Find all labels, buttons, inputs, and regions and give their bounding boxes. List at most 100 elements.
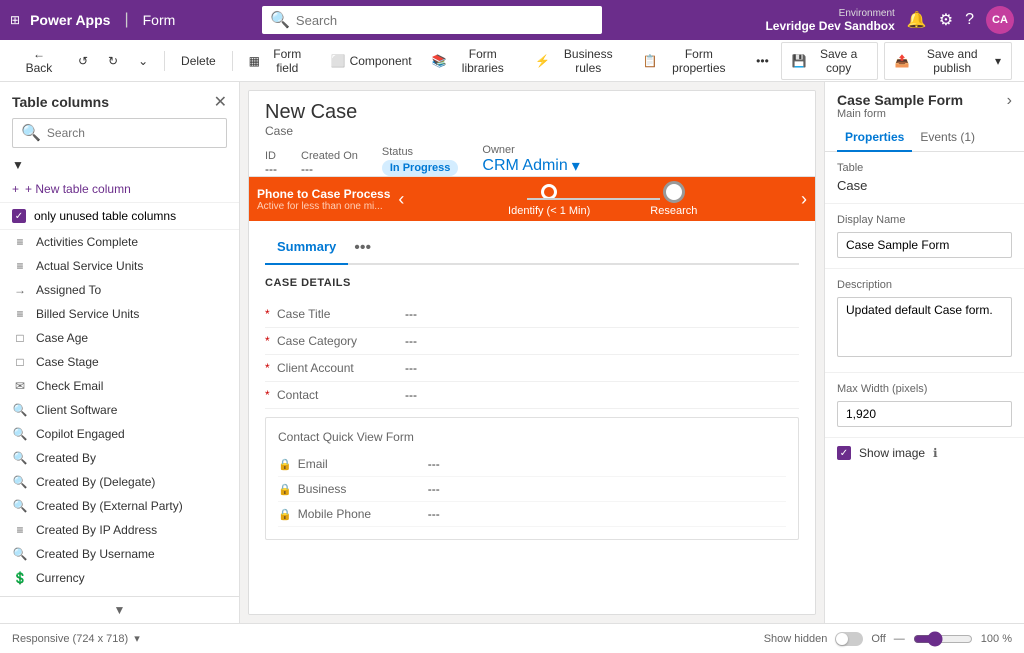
form-properties-button[interactable]: 📋 Form properties — [635, 43, 745, 79]
process-bar: Phone to Case Process Active for less th… — [249, 177, 815, 221]
required-marker: * — [265, 388, 270, 402]
search-small-icon: 🔍 — [12, 499, 28, 513]
show-unused-checkbox[interactable]: ✓ — [12, 209, 26, 223]
tab-events[interactable]: Events (1) — [912, 124, 983, 152]
form-libraries-button[interactable]: 📚 Form libraries — [424, 43, 523, 79]
info-icon[interactable]: ℹ — [933, 446, 938, 460]
list-item[interactable]: → Assigned To — [0, 278, 239, 302]
right-panel-expand-icon[interactable]: › — [1007, 92, 1012, 110]
list-item[interactable]: 🔍 Created By (Delegate) — [0, 470, 239, 494]
list-item-label: Billed Service Units — [36, 307, 139, 321]
redo-button[interactable]: ↻ — [100, 50, 126, 72]
form-tabs: Summary ••• — [265, 233, 799, 265]
owner-chevron-icon: ▾ — [572, 156, 580, 176]
form-meta-created: Created On --- — [301, 150, 358, 176]
list-item-label: Created By Username — [36, 547, 155, 561]
save-publish-button[interactable]: 📤 Save and publish ▾ — [884, 42, 1012, 80]
sidebar-search-box[interactable]: 🔍 — [12, 118, 227, 148]
process-left-arrow-icon[interactable]: ‹ — [398, 189, 404, 210]
save-copy-button[interactable]: 💾 Save a copy — [781, 42, 878, 80]
sidebar-item-currency[interactable]: 💲 Currency — [0, 566, 239, 590]
settings-gear-icon[interactable]: ⚙ — [939, 10, 953, 30]
list-item[interactable]: ≡ Actual Service Units — [0, 254, 239, 278]
list-item[interactable]: ≡ Billed Service Units — [0, 302, 239, 326]
top-bar-right: Environment Levridge Dev Sandbox 🔔 ⚙ ? C… — [765, 6, 1014, 34]
app-launcher[interactable]: ⊞ — [10, 13, 20, 27]
list-item[interactable]: ≡ Activities Complete — [0, 230, 239, 254]
search-small-icon: 🔍 — [12, 475, 28, 489]
panel-description-section: Description Updated default Case form. — [825, 269, 1024, 373]
show-image-checkbox[interactable]: ✓ — [837, 446, 851, 460]
id-value: --- — [265, 162, 277, 176]
show-unused-columns-row[interactable]: ✓ only unused table columns — [0, 203, 239, 230]
list-item[interactable]: 🔍 Client Software — [0, 398, 239, 422]
owner-value[interactable]: CRM Admin ▾ — [482, 156, 579, 176]
step-circle-inner — [544, 187, 554, 197]
list-item-label: Copilot Engaged — [36, 427, 125, 441]
step-identify-label: Identify (< 1 Min) — [508, 205, 590, 217]
component-icon: ⬜ — [331, 54, 346, 68]
list-item-label: Actual Service Units — [36, 259, 143, 273]
required-marker: * — [265, 307, 270, 321]
toggle-off-label: Off — [871, 633, 885, 645]
list-item[interactable]: 🔍 Created By (External Party) — [0, 494, 239, 518]
show-hidden-toggle[interactable] — [835, 632, 863, 646]
undo-button[interactable]: ↺ — [70, 50, 96, 72]
tab-more-button[interactable]: ••• — [350, 233, 375, 263]
list-item[interactable]: ≡ Created By IP Address — [0, 518, 239, 542]
toolbar-separator-2 — [232, 51, 233, 71]
form-canvas: New Case Case ID --- Created On --- Stat… — [248, 90, 816, 615]
right-panel-header: Case Sample Form Main form › — [825, 82, 1024, 124]
right-panel-title: Case Sample Form — [837, 92, 963, 108]
form-field-button[interactable]: ▦ Form field — [241, 43, 319, 79]
tab-properties[interactable]: Properties — [837, 124, 912, 152]
max-width-input[interactable] — [837, 401, 1012, 427]
toggle-knob — [836, 633, 848, 645]
zoom-slider[interactable] — [913, 631, 973, 647]
notification-bell-icon[interactable]: 🔔 — [907, 10, 927, 30]
main-layout: Table columns ✕ 🔍 ▼ + + New table column… — [0, 82, 1024, 623]
panel-tabs: Properties Events (1) — [825, 124, 1024, 152]
avatar[interactable]: CA — [986, 6, 1014, 34]
search-box[interactable]: 🔍 — [262, 6, 602, 34]
more-actions-button[interactable]: ••• — [748, 50, 777, 72]
new-table-column-button[interactable]: + + New table column — [0, 176, 239, 203]
description-textarea[interactable]: Updated default Case form. — [837, 297, 1012, 357]
delete-button[interactable]: Delete — [173, 50, 224, 72]
description-label: Description — [837, 279, 1012, 291]
sidebar-scroll-down[interactable]: ▼ — [114, 603, 126, 617]
sidebar-close-button[interactable]: ✕ — [214, 92, 227, 112]
search-input[interactable] — [296, 13, 594, 28]
quick-view-field-email: 🔒 Email --- — [278, 452, 786, 477]
toolbar-right: 💾 Save a copy 📤 Save and publish ▾ — [781, 42, 1012, 80]
back-button[interactable]: ← Back — [12, 43, 66, 79]
field-label-case-category: * Case Category — [265, 334, 405, 348]
responsive-chevron-icon[interactable]: ▾ — [134, 632, 140, 645]
tab-summary[interactable]: Summary — [265, 233, 348, 265]
app-section: Form — [143, 12, 176, 28]
save-publish-icon: 📤 — [895, 54, 910, 68]
panel-display-name-section: Display Name — [825, 204, 1024, 269]
quick-view-title: Contact Quick View Form — [278, 430, 786, 444]
filter-icon: ▼ — [12, 158, 24, 172]
process-subtitle: Active for less than one mi... — [257, 201, 390, 212]
list-item[interactable]: □ Case Age — [0, 326, 239, 350]
show-image-row[interactable]: ✓ Show image ℹ — [825, 438, 1024, 468]
section-title: CASE DETAILS — [265, 277, 799, 289]
show-unused-label: only unused table columns — [34, 209, 176, 223]
sidebar-item-created-by[interactable]: 🔍 Created By — [0, 446, 239, 470]
sidebar-item-case-stage[interactable]: □ Case Stage — [0, 350, 239, 374]
sidebar-filter-row: ▼ — [0, 154, 239, 176]
display-name-input[interactable] — [837, 232, 1012, 258]
toolbar-separator-1 — [164, 51, 165, 71]
sidebar-search-input[interactable] — [47, 126, 218, 140]
list-item[interactable]: 🔍 Copilot Engaged — [0, 422, 239, 446]
sidebar-item-created-username[interactable]: 🔍 Created By Username — [0, 542, 239, 566]
save-copy-icon: 💾 — [792, 54, 807, 68]
sidebar-item-check-email[interactable]: ✉ Check Email — [0, 374, 239, 398]
process-right-arrow-icon[interactable]: › — [801, 189, 807, 210]
more-history-button[interactable]: ⌄ — [130, 50, 156, 72]
component-button[interactable]: ⬜ Component — [323, 50, 420, 72]
help-icon[interactable]: ? — [965, 11, 974, 29]
business-rules-button[interactable]: ⚡ Business rules — [527, 43, 631, 79]
